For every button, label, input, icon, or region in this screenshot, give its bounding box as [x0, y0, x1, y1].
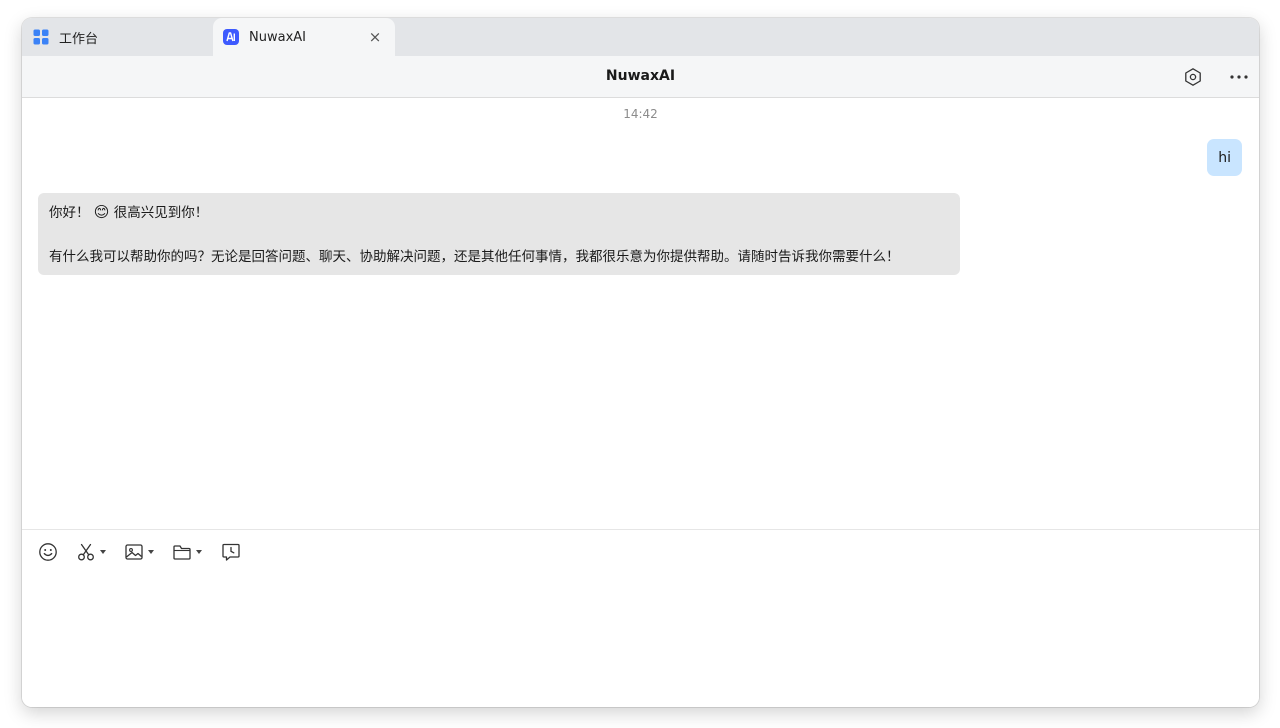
image-icon — [125, 544, 143, 560]
nuwax-logo-icon — [223, 29, 239, 45]
folder-icon — [173, 545, 191, 560]
tab-label: 工作台 — [59, 31, 99, 47]
tab-label: NuwaxAI — [249, 29, 306, 45]
emoji-icon — [39, 543, 57, 561]
tab-workbench[interactable]: 工作台 — [22, 18, 212, 56]
image-button[interactable] — [125, 541, 154, 563]
scissors-icon — [78, 543, 94, 561]
settings-hexagon-icon[interactable] — [1183, 67, 1203, 87]
user-message-bubble[interactable]: hi — [1207, 139, 1242, 176]
smile-emoji-icon: 😊 — [93, 203, 110, 221]
chevron-down-icon — [196, 550, 202, 554]
chevron-down-icon — [148, 550, 154, 554]
bot-greeting: 你好！ — [49, 205, 90, 221]
bot-message-bubble[interactable]: 你好！ 😊 很高兴见到你！ 有什么我可以帮助你的吗？无论是回答问题、聊天、协助解… — [38, 193, 960, 275]
screenshot-button[interactable] — [77, 541, 106, 563]
user-message-text: hi — [1218, 149, 1231, 166]
message-composer[interactable] — [22, 529, 1259, 707]
bot-greeting-tail: 很高兴见到你！ — [113, 205, 209, 221]
tab-nuwaxai[interactable]: NuwaxAI × — [213, 18, 395, 56]
bot-message-line: 你好！ 😊 很高兴见到你！ — [49, 201, 949, 223]
more-dots-icon[interactable] — [1229, 67, 1249, 87]
chat-title: NuwaxAI — [605, 68, 676, 84]
tab-bar: 工作台 NuwaxAI × — [22, 18, 1259, 56]
emoji-button[interactable] — [38, 541, 58, 563]
chat-header: NuwaxAI — [22, 56, 1259, 98]
chevron-down-icon — [100, 550, 106, 554]
app-window: 工作台 NuwaxAI × NuwaxAI 14:42 hi 你好！ 😊 很高兴… — [22, 18, 1259, 707]
close-tab-icon[interactable]: × — [367, 28, 383, 46]
chat-history-button[interactable] — [221, 541, 241, 563]
chat-history-icon — [222, 543, 240, 561]
apps-grid-icon — [33, 29, 49, 45]
bot-message-body: 有什么我可以帮助你的吗？无论是回答问题、聊天、协助解决问题，还是其他任何事情，我… — [49, 249, 900, 265]
file-button[interactable] — [173, 541, 202, 563]
message-timestamp: 14:42 — [623, 107, 658, 121]
message-list[interactable]: 14:42 hi 你好！ 😊 很高兴见到你！ 有什么我可以帮助你的吗？无论是回答… — [22, 98, 1259, 528]
